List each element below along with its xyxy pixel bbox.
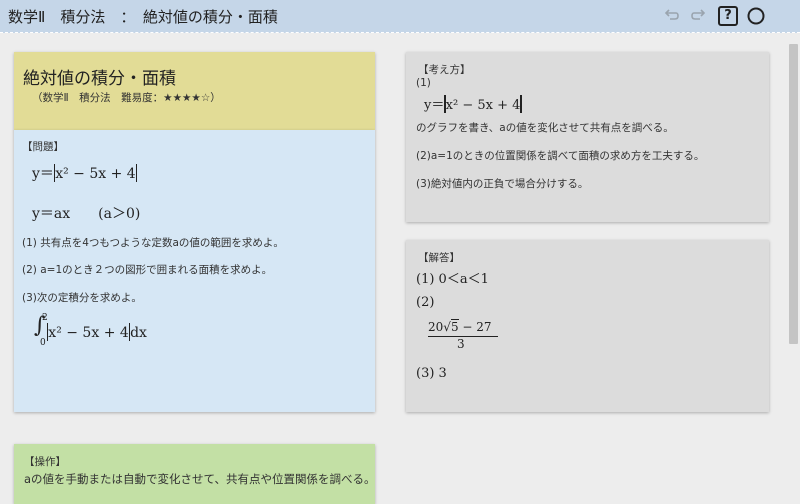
approach-number-1: (1) [416, 77, 431, 89]
scrollbar[interactable] [789, 44, 798, 344]
help-icon[interactable]: ? [718, 6, 738, 26]
operation-card: 【操作】 aの値を手動または自動で変化させて、共有点や位置関係を調べる。 [14, 444, 375, 504]
answer-1: (1) 0＜a＜1 [416, 272, 489, 287]
abs-bar [520, 95, 522, 113]
redo-icon[interactable] [689, 6, 709, 26]
approach-text-1: のグラフを書き、aの値を変化させて共有点を調べる。 [416, 122, 674, 134]
approach-card: 【考え方】 (1) y＝x² − 5x + 4 のグラフを書き、aの値を変化させ… [406, 52, 769, 222]
answer-heading: 【解答】 [418, 252, 460, 264]
page-title: 数学Ⅱ 積分法 ： 絶対値の積分・面積 [8, 8, 278, 26]
undo-icon[interactable] [661, 6, 681, 26]
operation-text: aの値を手動または自動で変化させて、共有点や位置関係を調べる。 [24, 472, 376, 486]
operation-heading: 【操作】 [24, 456, 66, 468]
abs-bar [135, 164, 137, 182]
problem-card: 【問題】 y＝x² − 5x + 4 y＝ax (a＞0) (1) 共有点を4つ… [14, 130, 375, 412]
top-bar: 数学Ⅱ 積分法 ： 絶対値の積分・面積 ? [0, 0, 800, 33]
integral-body: x² − 5x + 4 [48, 325, 129, 341]
card-title: 絶対値の積分・面積 [23, 69, 176, 89]
integral-integrand: x² − 5x + 4dx [47, 323, 147, 341]
answer-2-denominator: 3 [457, 337, 465, 351]
approach-heading: 【考え方】 [418, 64, 471, 76]
approach-equation-lhs: y＝ [424, 98, 445, 113]
answer-3: (3) 3 [416, 366, 447, 381]
card-subtitle: （数学Ⅱ 積分法 難易度：★★★★☆） [32, 92, 221, 104]
numerator-rest: − 27 [458, 320, 492, 334]
integral-lower-limit: 0 [40, 338, 46, 348]
equation-2: y＝ax (a＞0) [32, 206, 141, 222]
answer-card: 【解答】 (1) 0＜a＜1 (2) 20√5 − 27 3 (3) 3 [406, 240, 769, 412]
sqrt-symbol: √ [443, 320, 451, 334]
approach-text-3: (3)絶対値内の正負で場合分けする。 [416, 178, 589, 190]
approach-text-2: (2)a=1のときの位置関係を調べて面積の求め方を工夫する。 [416, 150, 705, 162]
integral-upper-limit: 2 [42, 313, 48, 323]
equation-1-lhs: y＝ [32, 166, 54, 182]
answer-2-numerator: 20√5 − 27 [428, 319, 492, 334]
answer-2: (2) [416, 295, 435, 310]
approach-equation-body: x² − 5x + 4 [445, 98, 521, 113]
question-1: (1) 共有点を4つもつような定数aの値の範囲を求めよ。 [22, 237, 284, 249]
integral-dx: dx [130, 325, 147, 341]
equation-1: y＝x² − 5x + 4 [32, 163, 137, 183]
question-3: (3)次の定積分を求めよ。 [22, 292, 142, 304]
problem-heading: 【問題】 [22, 141, 64, 153]
numerator-coefficient: 20 [428, 320, 444, 334]
question-2: (2) a=1のとき２つの図形で囲まれる面積を求めよ。 [22, 264, 273, 276]
circle-icon[interactable] [746, 6, 766, 26]
equation-1-body: x² − 5x + 4 [55, 166, 136, 182]
approach-equation: y＝x² − 5x + 4 [424, 94, 522, 113]
sqrt-radicand: 5 [450, 319, 459, 334]
title-card: 絶対値の積分・面積 （数学Ⅱ 積分法 難易度：★★★★☆） [14, 52, 375, 130]
